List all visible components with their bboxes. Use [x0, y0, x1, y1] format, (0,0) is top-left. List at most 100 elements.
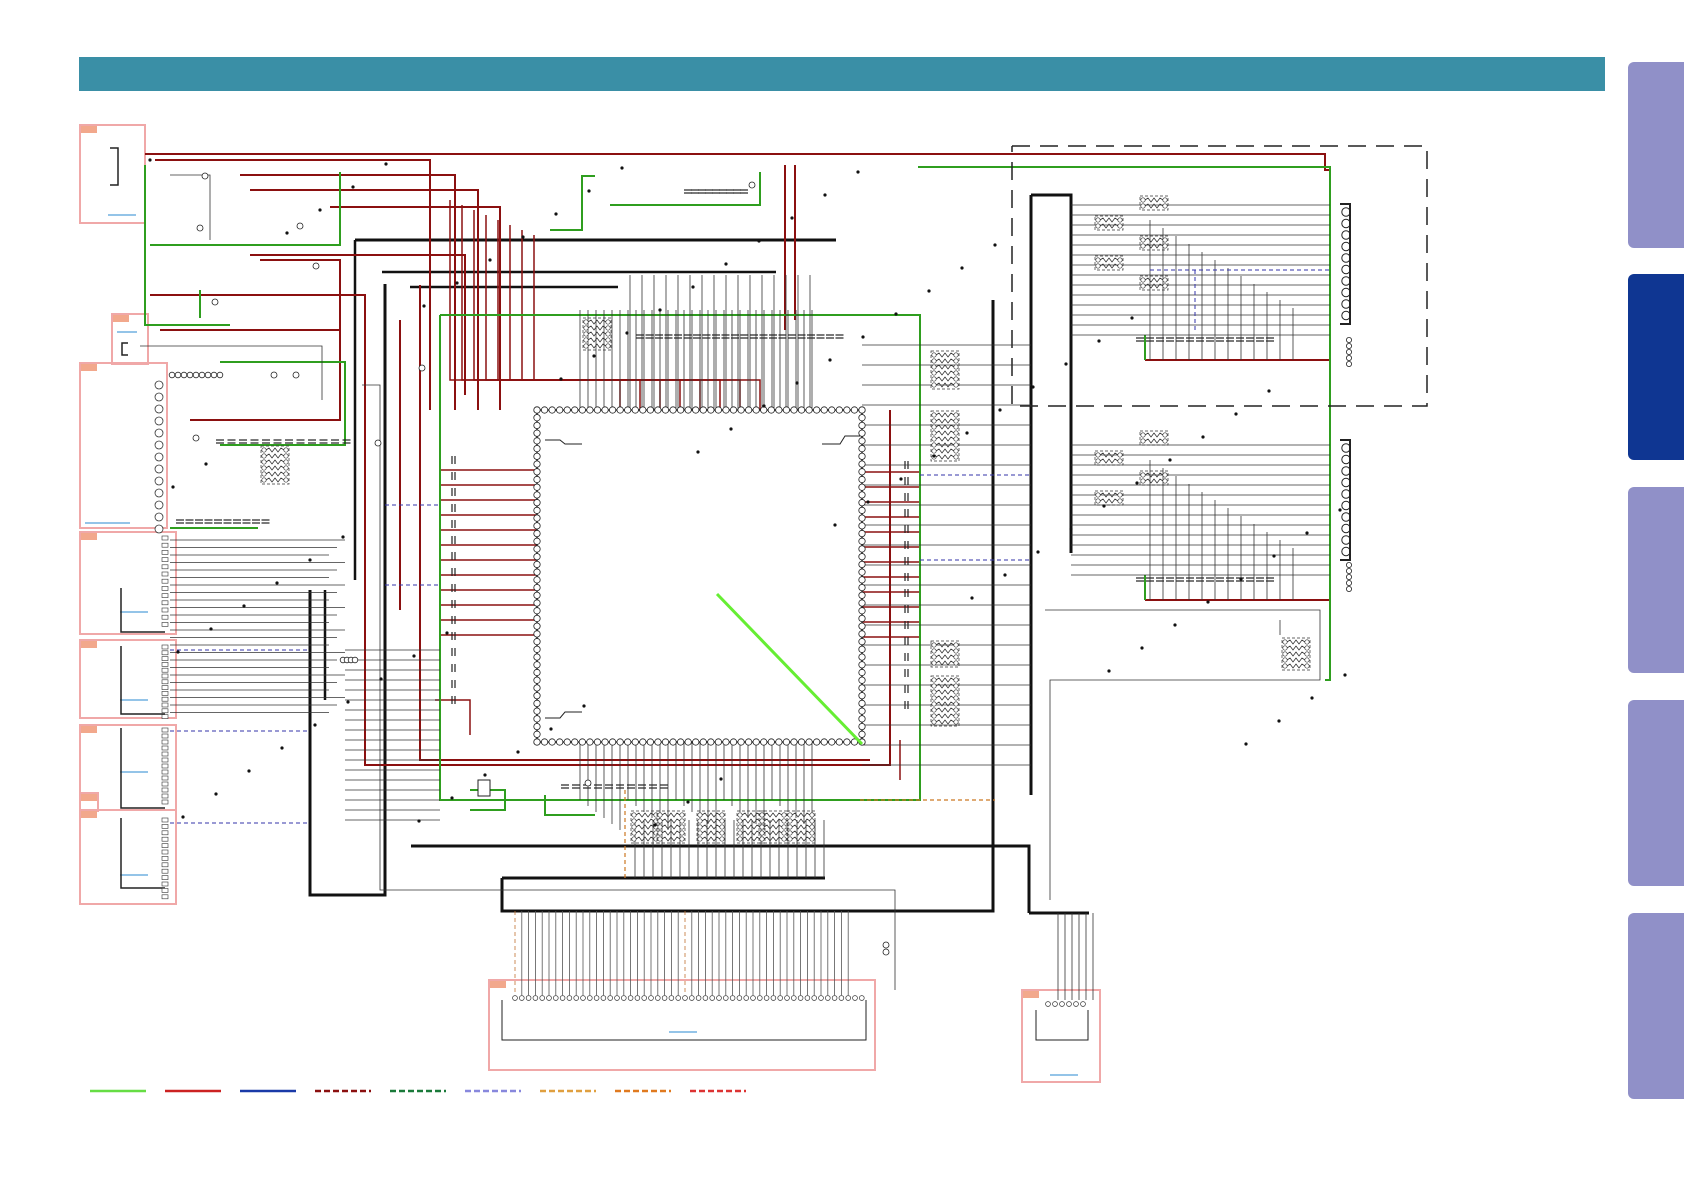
- jack-pin: [1341, 299, 1351, 309]
- ic-pin: [714, 738, 722, 746]
- resistor-node: [283, 477, 289, 483]
- resistor-node: [261, 477, 267, 483]
- ic-pin: [858, 506, 866, 514]
- ic-pin: [601, 406, 609, 414]
- ic-pin: [858, 429, 866, 437]
- resistor-node: [781, 824, 787, 830]
- resistor-node: [931, 412, 937, 418]
- ic-pin: [563, 738, 571, 746]
- resistor-node: [679, 836, 685, 842]
- junction-dot: [1206, 600, 1210, 604]
- resistor: [935, 424, 955, 430]
- test-point: [374, 439, 382, 447]
- ic-pin: [601, 738, 609, 746]
- connector-pin: [716, 995, 722, 1001]
- connector-pin: [161, 787, 169, 793]
- junction-dot: [341, 535, 345, 539]
- junction-dot: [592, 354, 596, 358]
- connector-pin: [161, 622, 169, 627]
- connector-pin: [161, 685, 169, 690]
- junction-dot: [965, 431, 969, 435]
- ic-pin: [556, 406, 564, 414]
- ic-pin: [714, 406, 722, 414]
- test-point: [312, 262, 320, 270]
- junction-dot: [1097, 339, 1101, 343]
- test-pin: [1346, 354, 1353, 361]
- resistor: [1286, 651, 1306, 657]
- junction-dot: [521, 235, 525, 239]
- resistor: [791, 830, 811, 836]
- junction-dot: [762, 404, 766, 408]
- connector-pin: [161, 702, 169, 708]
- junction-dot: [1036, 550, 1040, 554]
- crystal: [477, 779, 491, 797]
- ic-pin: [533, 722, 541, 731]
- test-pin: [1346, 562, 1353, 569]
- junction-dot: [894, 312, 898, 316]
- connector-pin: [532, 995, 539, 1001]
- connector-pin: [668, 995, 675, 1001]
- resistor-node: [1304, 651, 1310, 657]
- test-point: [584, 779, 592, 787]
- header-pin: [186, 371, 194, 379]
- connector-pin: [161, 868, 169, 874]
- ic-pin: [858, 722, 866, 731]
- junction-dot: [1102, 504, 1106, 508]
- resistor-node: [631, 836, 637, 842]
- test-point: [292, 371, 300, 379]
- resistor-node: [953, 358, 959, 364]
- resistor-node: [1095, 452, 1101, 458]
- junction-dot: [653, 823, 657, 827]
- wire: [550, 175, 595, 231]
- resistor-node: [1140, 243, 1146, 249]
- junction-dot: [242, 604, 246, 608]
- connector-pin: [559, 995, 566, 1001]
- resistor-node: [759, 830, 765, 836]
- junction-dot: [696, 450, 700, 454]
- ic-pin: [858, 599, 866, 607]
- junction-dot: [790, 216, 794, 220]
- ic-pin: [692, 406, 700, 414]
- junction-dot: [719, 777, 723, 781]
- jack-pin: [1341, 489, 1351, 499]
- resistor-node: [1140, 478, 1146, 484]
- connector-bracket: [120, 728, 165, 809]
- connector-box: [79, 639, 177, 719]
- resistor-node: [931, 683, 937, 689]
- ic-pin: [669, 406, 677, 414]
- connector-pin: [845, 995, 851, 1001]
- resistor-node: [931, 376, 937, 382]
- connector-pin: [695, 995, 702, 1001]
- ic-pin: [767, 406, 775, 414]
- wire: [260, 259, 341, 415]
- ic-pin: [858, 668, 866, 677]
- resistor: [791, 836, 811, 842]
- connector-pin: [161, 799, 169, 805]
- connector-pin: [161, 836, 169, 842]
- ic-pin: [533, 437, 541, 445]
- connector-tag: [81, 811, 97, 818]
- resistor-node: [953, 370, 959, 376]
- ic-pin: [533, 429, 541, 437]
- resistor-node: [953, 719, 959, 725]
- resistor-node: [931, 713, 937, 719]
- ic-pin: [593, 738, 602, 746]
- connector-pin: [161, 745, 169, 751]
- resistor: [1099, 223, 1119, 229]
- connector-pin: [1080, 1001, 1086, 1007]
- resistor-node: [931, 430, 937, 436]
- resistor-node: [283, 471, 289, 477]
- connector-pin: [161, 894, 169, 900]
- ic-pin: [540, 738, 549, 746]
- junction-dot: [729, 427, 733, 431]
- wire: [610, 172, 761, 206]
- header-pin: [180, 371, 188, 379]
- ic-pin: [858, 684, 866, 692]
- resistor: [587, 343, 607, 349]
- resistor: [1144, 197, 1164, 203]
- resistor-node: [1140, 203, 1146, 209]
- junction-dot: [823, 193, 827, 197]
- ic-pin: [533, 653, 541, 661]
- header-pin: [198, 371, 206, 379]
- connector-pin: [161, 696, 169, 702]
